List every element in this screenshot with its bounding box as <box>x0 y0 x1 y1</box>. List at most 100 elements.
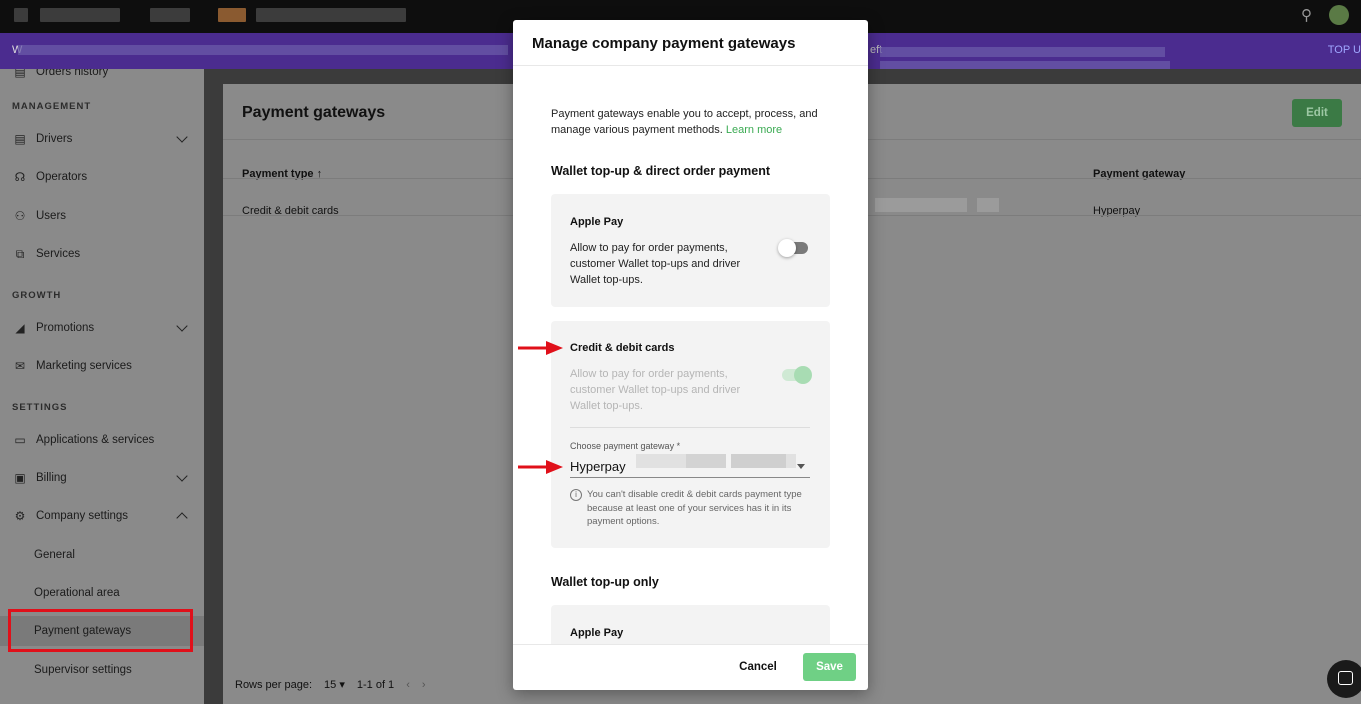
toggle-knob <box>778 239 796 257</box>
redacted-block <box>40 8 120 22</box>
sidebar-item-general[interactable]: General <box>0 540 204 570</box>
redacted-text <box>880 47 1165 57</box>
search-icon[interactable]: ⚲ <box>1301 6 1319 24</box>
section-title-wallet-direct: Wallet top-up & direct order payment <box>551 164 771 178</box>
sidebar-item-billing[interactable]: ▣ Billing <box>0 463 204 493</box>
redacted-cell <box>875 198 967 212</box>
sidebar-item-supervisor-settings[interactable]: Supervisor settings <box>0 655 204 685</box>
credit-debit-card: Credit & debit cards Allow to pay for or… <box>551 321 830 548</box>
sidebar-section-management: MANAGEMENT <box>12 101 92 112</box>
car-icon: ▤ <box>14 132 26 146</box>
sidebar-item-company-settings[interactable]: ⚙ Company settings <box>0 501 204 531</box>
sidebar-item-label: Company settings <box>36 510 129 522</box>
info-icon: i <box>570 489 582 501</box>
redacted-block <box>14 8 28 22</box>
info-text: You can't disable credit & debit cards p… <box>587 489 802 527</box>
sidebar-item-label: Billing <box>36 472 67 484</box>
redacted-text <box>636 454 686 468</box>
page-title: Payment gateways <box>242 104 386 121</box>
top-up-link[interactable]: TOP U <box>1328 44 1361 56</box>
sidebar-item-operational-area[interactable]: Operational area <box>0 578 204 608</box>
next-page-icon[interactable]: › <box>422 679 426 691</box>
apple-pay-card: Apple Pay Allow to pay for order payment… <box>551 194 830 307</box>
redacted-text <box>786 454 796 468</box>
modal-intro: Payment gateways enable you to accept, p… <box>551 106 836 138</box>
sidebar-item-label: Services <box>36 248 81 260</box>
sidebar-item-label: Supervisor settings <box>34 664 132 676</box>
redacted-block <box>256 8 406 22</box>
sidebar-item-label: Users <box>36 210 67 222</box>
redacted-text <box>880 61 1170 69</box>
cancel-button[interactable]: Cancel <box>732 653 784 681</box>
gear-icon: ⚙ <box>14 509 26 523</box>
apple-pay-toggle[interactable] <box>778 239 808 257</box>
chat-icon <box>1338 671 1353 685</box>
apple-pay-title: Apple Pay <box>570 627 624 639</box>
annotation-arrow-icon <box>518 460 563 474</box>
pagination: Rows per page: 15 ▾ 1-1 of 1 ‹ › <box>235 678 426 692</box>
rows-per-page-select[interactable]: 15 ▾ <box>324 678 345 691</box>
select-underline <box>570 477 810 478</box>
redacted-text <box>686 454 726 468</box>
sidebar-item-label: Operators <box>36 171 88 183</box>
cards-title: Credit & debit cards <box>570 342 675 354</box>
sidebar-item-label: Operational area <box>34 587 120 599</box>
rows-per-page-value: 15 <box>324 679 337 691</box>
chevron-down-icon <box>176 470 188 482</box>
megaphone-icon: ✉ <box>14 359 26 373</box>
gateway-select-label: Choose payment gateway * <box>570 441 681 451</box>
edit-button[interactable]: Edit <box>1292 99 1342 127</box>
chevron-down-icon <box>176 131 188 143</box>
sidebar-item-drivers[interactable]: ▤ Drivers <box>0 124 204 154</box>
modal-title: Manage company payment gateways <box>513 20 868 66</box>
devices-icon: ▭ <box>14 433 26 447</box>
redacted-block <box>150 8 190 22</box>
services-icon: ⧉ <box>15 246 25 261</box>
modal-body: Payment gateways enable you to accept, p… <box>513 66 868 644</box>
page-range: 1-1 of 1 <box>356 678 395 691</box>
redacted-cell <box>977 198 999 212</box>
annotation-arrow-icon <box>518 341 563 355</box>
chat-launcher-button[interactable] <box>1327 660 1361 698</box>
payment-gateways-modal: Manage company payment gateways Payment … <box>513 20 868 690</box>
sidebar-item-marketing-services[interactable]: ✉ Marketing services <box>0 351 204 381</box>
list-icon: ▤ <box>14 69 26 79</box>
chevron-down-icon <box>797 464 805 469</box>
sidebar-section-settings: SETTINGS <box>12 402 68 413</box>
sidebar-item-orders-history[interactable]: ▤ Orders history <box>0 69 204 87</box>
sidebar-item-label: Promotions <box>36 322 95 334</box>
highlight-box <box>8 609 193 652</box>
divider <box>570 427 810 428</box>
modal-footer: Cancel Save <box>513 644 868 690</box>
chevron-up-icon <box>176 512 188 524</box>
tag-icon: ◢ <box>15 321 25 335</box>
dollar-icon: ▣ <box>14 471 26 485</box>
cards-info-note: i You can't disable credit & debit cards… <box>570 488 815 529</box>
toggle-knob <box>794 366 812 384</box>
sidebar-item-users[interactable]: ⚇ Users <box>0 201 204 231</box>
rows-per-page-label: Rows per page: <box>235 678 313 691</box>
sidebar-item-label: Orders history <box>36 69 109 78</box>
sidebar-item-operators[interactable]: ☊ Operators <box>0 162 204 192</box>
sidebar-item-applications[interactable]: ▭ Applications & services <box>0 425 204 455</box>
sidebar-item-label: Drivers <box>36 133 73 145</box>
sidebar-item-promotions[interactable]: ◢ Promotions <box>0 313 204 343</box>
redacted-text <box>731 454 786 468</box>
apple-pay-description: Allow to pay for order payments, custome… <box>570 242 741 286</box>
sidebar-item-label: Marketing services <box>36 360 132 372</box>
learn-more-link[interactable]: Learn more <box>726 124 782 136</box>
sidebar-item-services[interactable]: ⧉ Services <box>0 239 204 269</box>
sidebar-item-label: Applications & services <box>36 434 155 446</box>
prev-page-icon[interactable]: ‹ <box>406 679 410 691</box>
cards-description: Allow to pay for order payments, custome… <box>570 368 741 412</box>
redacted-logo <box>218 8 246 22</box>
save-button[interactable]: Save <box>803 653 856 681</box>
chevron-down-icon <box>176 320 188 332</box>
gateway-select-value: Hyperpay <box>570 459 626 474</box>
redacted-text <box>18 45 508 55</box>
apple-pay-card-2: Apple Pay <box>551 605 830 644</box>
avatar[interactable] <box>1329 5 1349 25</box>
cards-toggle[interactable] <box>782 366 812 384</box>
apple-pay-title: Apple Pay <box>570 216 624 228</box>
sidebar-section-growth: GROWTH <box>12 290 62 301</box>
